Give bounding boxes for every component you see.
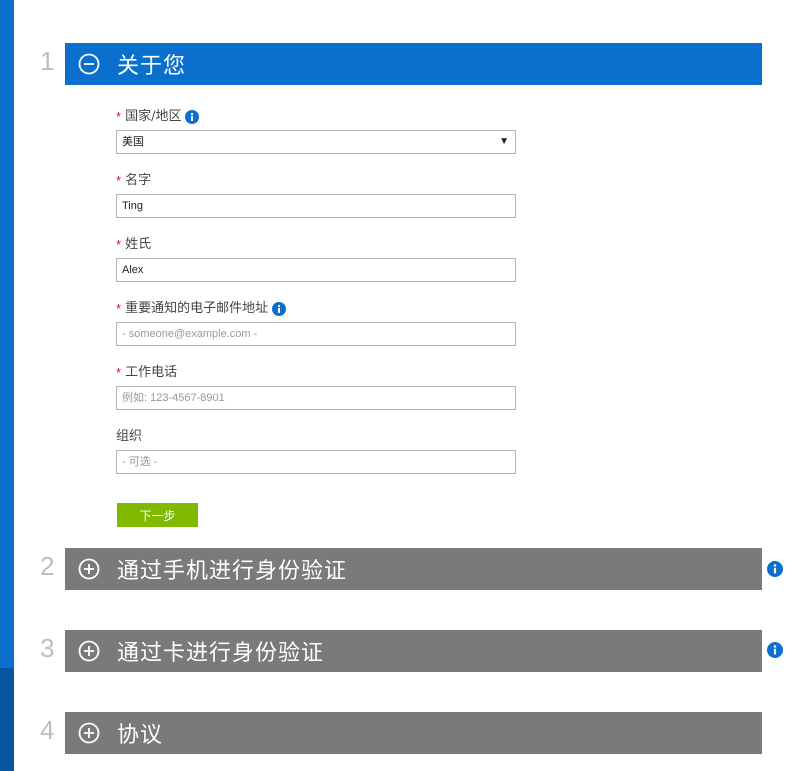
last-name-field: * 姓氏 Alex [116, 236, 516, 282]
info-circle-icon[interactable] [272, 302, 287, 316]
organization-input[interactable]: - 可选 - [116, 450, 516, 474]
required-marker: * [116, 173, 122, 188]
organization-field: 组织 - 可选 - [116, 428, 516, 474]
left-accent-shade [0, 668, 14, 771]
country-field: * 国家/地区 美国 ▼ [116, 108, 516, 154]
phone-label: * 工作电话 [116, 364, 516, 382]
last-name-label: * 姓氏 [116, 236, 516, 254]
section-header-phone-verification[interactable]: 通过手机进行身份验证 [65, 548, 762, 590]
phone-field: * 工作电话 例如: 123-4567-8901 [116, 364, 516, 410]
first-name-label: * 名字 [116, 172, 516, 190]
section-number: 2 [40, 551, 55, 581]
section-about-you: 1 关于您 [40, 43, 762, 85]
section-title: 通过手机进行身份验证 [117, 559, 348, 584]
first-name-field: * 名字 Ting [116, 172, 516, 218]
required-marker: * [116, 237, 122, 252]
email-label: * 重要通知的电子邮件地址 [116, 300, 516, 318]
country-select[interactable]: 美国 ▼ [116, 130, 516, 154]
last-name-input[interactable]: Alex [116, 258, 516, 282]
organization-label-text: 组织 [116, 429, 143, 444]
minus-circle-icon[interactable] [77, 52, 101, 76]
required-marker: * [116, 365, 122, 380]
email-input[interactable]: - someone@example.com - [116, 322, 516, 346]
plus-circle-icon[interactable] [77, 557, 101, 581]
section-title: 协议 [117, 723, 164, 748]
info-circle-icon[interactable] [767, 642, 783, 658]
required-marker: * [116, 301, 122, 316]
info-circle-icon[interactable] [185, 110, 200, 124]
email-field: * 重要通知的电子邮件地址 - someone@example.com - [116, 300, 516, 346]
last-name-label-text: 姓氏 [125, 237, 152, 252]
section-header-agreement[interactable]: 协议 [65, 712, 762, 754]
first-name-input[interactable]: Ting [116, 194, 516, 218]
section-header-about-you[interactable]: 关于您 [65, 43, 762, 85]
section-number: 4 [40, 715, 55, 745]
section-phone-verification: 2 通过手机进行身份验证 [40, 548, 762, 590]
plus-circle-icon[interactable] [77, 639, 101, 663]
organization-label: 组织 [116, 428, 516, 446]
country-label-text: 国家/地区 [125, 109, 182, 124]
country-label: * 国家/地区 [116, 108, 516, 126]
country-select-value: 美国 [122, 136, 144, 148]
chevron-down-icon[interactable]: ▼ [499, 131, 509, 153]
next-button[interactable]: 下一步 [117, 503, 198, 527]
first-name-label-text: 名字 [125, 173, 152, 188]
plus-circle-icon[interactable] [77, 721, 101, 745]
section-title: 通过卡进行身份验证 [117, 641, 325, 666]
required-marker: * [116, 109, 122, 124]
section-number: 3 [40, 633, 55, 663]
email-label-text: 重要通知的电子邮件地址 [125, 301, 269, 316]
section-number: 1 [40, 46, 55, 76]
info-circle-icon[interactable] [767, 561, 783, 577]
phone-input[interactable]: 例如: 123-4567-8901 [116, 386, 516, 410]
about-you-form: * 国家/地区 美国 ▼ * 名字 Ting * 姓氏 Alex * 重要通知的… [116, 108, 516, 474]
phone-label-text: 工作电话 [125, 365, 178, 380]
section-agreement: 4 协议 [40, 712, 762, 754]
section-header-card-verification[interactable]: 通过卡进行身份验证 [65, 630, 762, 672]
left-accent-bar [0, 0, 14, 771]
section-card-verification: 3 通过卡进行身份验证 [40, 630, 762, 672]
section-title: 关于您 [117, 54, 187, 79]
